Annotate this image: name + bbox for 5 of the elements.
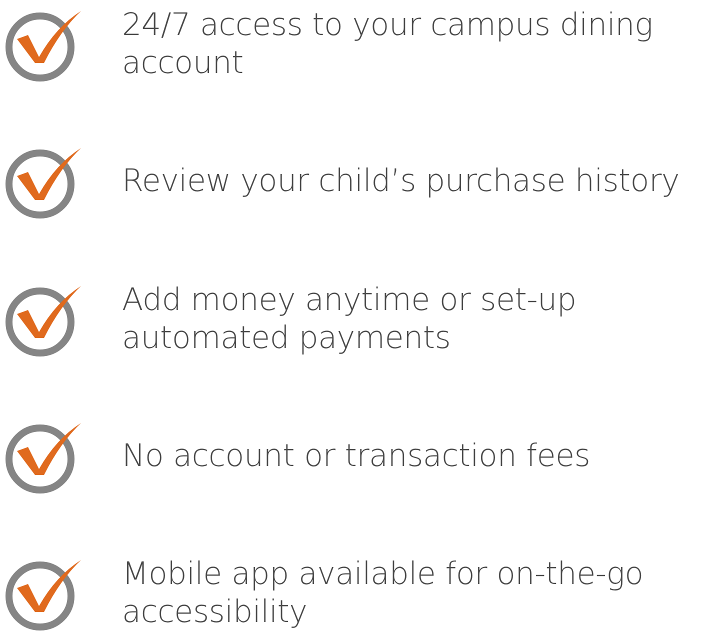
- feature-text: Add money anytime or set-up automated payments: [122, 280, 578, 356]
- feature-text: No account or transaction fees: [122, 436, 592, 475]
- feature-text: Mobile app available for on-the-go accessibility: [122, 555, 644, 631]
- feature-text: Review your child’s purchase history: [122, 162, 680, 200]
- feature-text: 24/7 access to your campus dining account: [122, 6, 654, 82]
